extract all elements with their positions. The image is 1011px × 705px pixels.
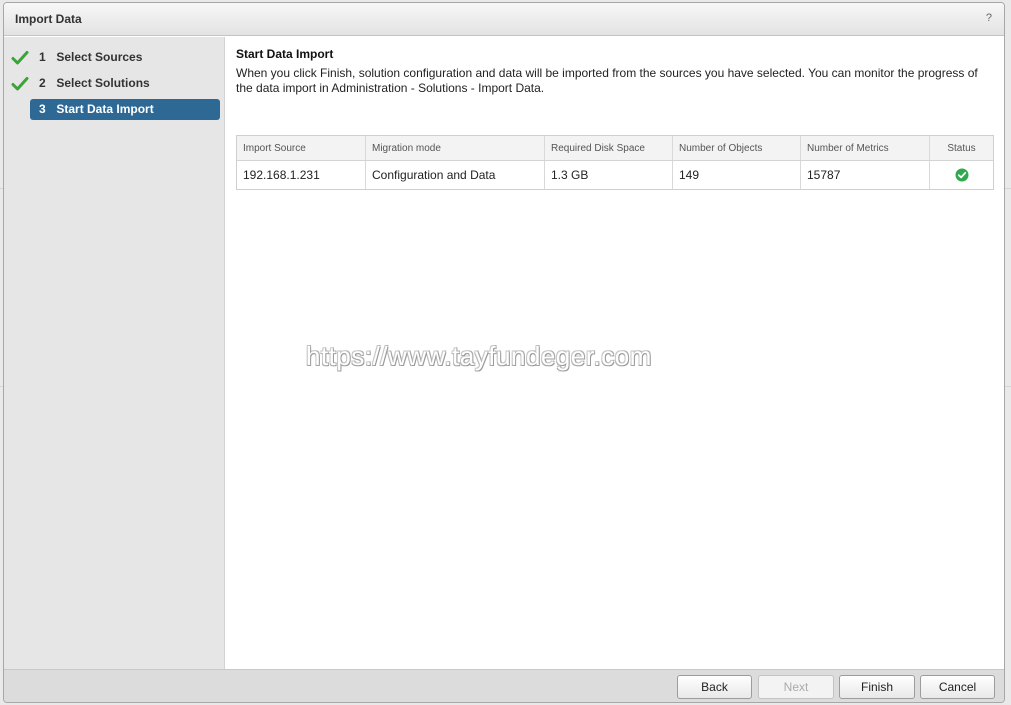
cancel-button[interactable]: Cancel bbox=[920, 675, 995, 699]
wizard-step-start-data-import[interactable]: 3 Start Data Import bbox=[30, 99, 220, 120]
cell-import-source: 192.168.1.231 bbox=[237, 161, 366, 189]
cell-migration-mode: Configuration and Data bbox=[366, 161, 545, 189]
column-header-status[interactable]: Status bbox=[930, 136, 993, 160]
next-button[interactable]: Next bbox=[758, 675, 834, 699]
column-header-import-source[interactable]: Import Source bbox=[237, 136, 366, 160]
wizard-step-select-solutions[interactable]: 2 Select Solutions bbox=[30, 73, 220, 94]
wizard-steps-sidebar: 1 Select Sources 2 Select Solutions 3 St… bbox=[4, 37, 225, 669]
step-label: Start Data Import bbox=[56, 102, 154, 116]
table-header: Import Source Migration mode Required Di… bbox=[237, 136, 993, 161]
dialog-titlebar: Import Data ? bbox=[4, 3, 1004, 36]
cell-required-disk-space: 1.3 GB bbox=[545, 161, 673, 189]
check-icon bbox=[11, 77, 29, 91]
column-header-required-disk-space[interactable]: Required Disk Space bbox=[545, 136, 673, 160]
wizard-step-select-sources[interactable]: 1 Select Sources bbox=[30, 47, 220, 68]
page-title: Start Data Import bbox=[236, 47, 334, 61]
dialog-title: Import Data bbox=[15, 12, 82, 26]
step-label: Select Solutions bbox=[56, 76, 150, 90]
cell-number-of-objects: 149 bbox=[673, 161, 801, 189]
step-number: 2 bbox=[39, 76, 46, 90]
wizard-content: Start Data Import When you click Finish,… bbox=[226, 37, 1004, 669]
column-header-number-of-metrics[interactable]: Number of Metrics bbox=[801, 136, 930, 160]
watermark-text: https://www.tayfundeger.com bbox=[306, 341, 652, 371]
finish-button[interactable]: Finish bbox=[839, 675, 915, 699]
import-summary-table: Import Source Migration mode Required Di… bbox=[236, 135, 994, 190]
back-button[interactable]: Back bbox=[677, 675, 752, 699]
import-data-dialog: Import Data ? 1 Select Sources 2 Select … bbox=[3, 2, 1005, 703]
step-number: 1 bbox=[39, 50, 46, 64]
table-row[interactable]: 192.168.1.231 Configuration and Data 1.3… bbox=[237, 161, 993, 189]
step-label: Select Sources bbox=[56, 50, 143, 64]
step-number: 3 bbox=[39, 102, 46, 116]
check-circle-icon bbox=[955, 168, 968, 182]
cell-status bbox=[930, 161, 993, 189]
cell-number-of-metrics: 15787 bbox=[801, 161, 930, 189]
help-button[interactable]: ? bbox=[986, 12, 992, 24]
dialog-footer: Back Next Finish Cancel bbox=[4, 669, 1004, 702]
column-header-number-of-objects[interactable]: Number of Objects bbox=[673, 136, 801, 160]
column-header-migration-mode[interactable]: Migration mode bbox=[366, 136, 545, 160]
page-description: When you click Finish, solution configur… bbox=[236, 66, 978, 95]
check-icon bbox=[11, 51, 29, 65]
